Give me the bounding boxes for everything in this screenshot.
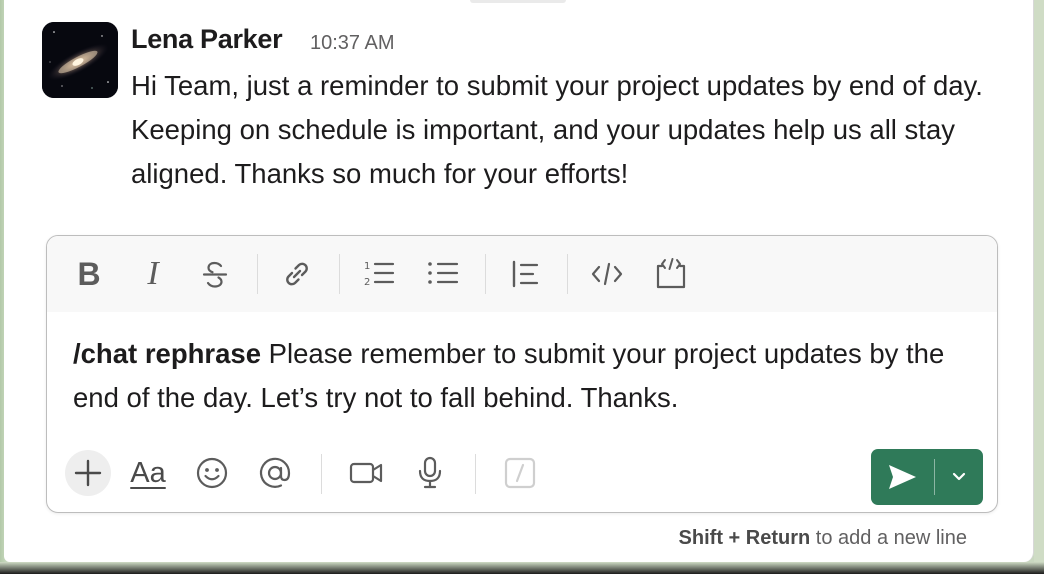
message-pane: Lena Parker 10:37 AM Hi Team, just a rem… (4, 0, 1034, 562)
send-button-group (871, 449, 983, 505)
svg-text:2: 2 (364, 277, 370, 288)
numbered-list-button[interactable]: 1 2 (359, 254, 399, 294)
bold-icon: B (77, 255, 101, 292)
background-edge-right (1034, 0, 1044, 562)
bulleted-list-button[interactable] (423, 254, 463, 294)
new-line-hint: Shift + Return to add a new line (679, 527, 967, 550)
send-icon (889, 465, 916, 489)
formatting-toggle-button[interactable]: Aa (125, 450, 171, 496)
chevron-down-icon (952, 472, 966, 481)
formatting-toolbar: B I 1 2 (47, 236, 997, 312)
actions-divider (475, 454, 476, 494)
blockquote-icon (512, 260, 539, 288)
message-composer: B I 1 2 /chat rephrase Please remember t… (46, 235, 998, 513)
message-body: Hi Team, just a reminder to submit your … (131, 70, 983, 189)
slash-command-icon (504, 457, 536, 489)
actions-divider (321, 454, 322, 494)
blockquote-button[interactable] (505, 254, 545, 294)
toolbar-divider (257, 254, 258, 294)
audio-button[interactable] (407, 450, 453, 496)
microphone-icon (418, 456, 442, 489)
strikethrough-button[interactable] (195, 254, 235, 294)
video-button[interactable] (343, 450, 389, 496)
slash-command: /chat rephrase (73, 338, 262, 369)
avatar[interactable] (42, 22, 118, 98)
galaxy-avatar-icon (42, 22, 118, 98)
message-timestamp[interactable]: 10:37 AM (310, 32, 395, 55)
toolbar-divider (485, 254, 486, 294)
sender-name[interactable]: Lena Parker (131, 24, 283, 55)
svg-text:1: 1 (364, 261, 370, 272)
code-icon (591, 262, 623, 286)
link-icon (286, 262, 308, 286)
emoji-button[interactable] (189, 450, 235, 496)
strikethrough-icon (202, 261, 228, 288)
background-edge-bottom (0, 562, 1044, 574)
code-block-button[interactable] (651, 254, 691, 294)
text-format-icon: Aa (130, 456, 166, 489)
toolbar-divider (339, 254, 340, 294)
mention-button[interactable] (252, 450, 298, 496)
shortcuts-button[interactable] (497, 450, 543, 496)
emoji-icon (196, 457, 228, 489)
italic-icon: I (147, 255, 159, 292)
schedule-send-button[interactable] (935, 449, 983, 505)
toolbar-divider (567, 254, 568, 294)
code-block-icon (656, 258, 686, 289)
plus-icon (74, 459, 102, 487)
hint-text: to add a new line (810, 527, 967, 549)
video-icon (349, 462, 383, 484)
italic-button[interactable]: I (133, 254, 173, 294)
send-button[interactable] (871, 449, 933, 505)
bold-button[interactable]: B (69, 254, 109, 294)
message-input[interactable]: /chat rephrase Please remember to submit… (73, 332, 973, 420)
numbered-list-icon: 1 2 (364, 261, 395, 288)
scroll-hint (470, 0, 566, 3)
hint-keys: Shift + Return (678, 527, 811, 549)
bulleted-list-icon (428, 262, 459, 284)
attach-button[interactable] (65, 450, 111, 496)
composer-actions: Aa (47, 442, 997, 512)
code-button[interactable] (587, 254, 627, 294)
link-button[interactable] (277, 254, 317, 294)
mention-icon (259, 457, 291, 488)
